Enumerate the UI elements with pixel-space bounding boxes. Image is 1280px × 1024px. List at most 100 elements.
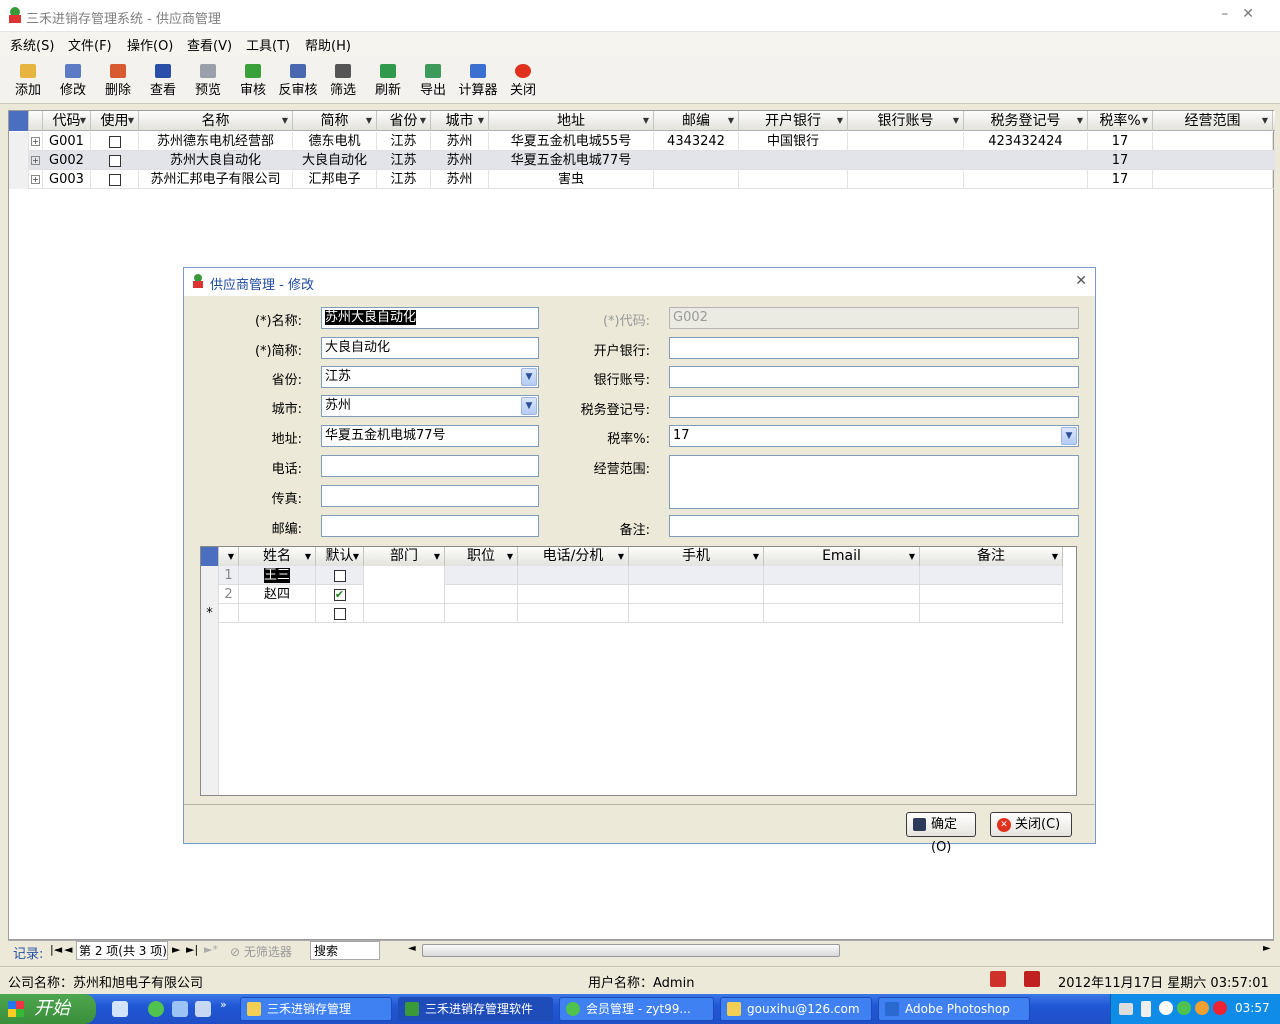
last-record-button[interactable]: ►| [186,943,198,956]
chevron-down-icon[interactable]: ▼ [521,368,537,386]
horizontal-scrollbar-thumb[interactable] [422,944,840,957]
antivirus-icon[interactable] [1213,1001,1227,1015]
browser-tray-icon[interactable] [1177,1001,1191,1015]
calendar-icon[interactable] [990,971,1006,987]
new-contact-row[interactable]: * [201,604,1063,623]
new-record-button[interactable]: ►* [204,943,218,956]
search-input[interactable]: 搜索 [310,941,380,960]
contact-name-cell[interactable] [239,604,316,623]
cell-tax-no[interactable] [964,151,1088,170]
default-checkbox[interactable] [333,569,346,582]
chevron-down-icon[interactable]: ▼ [521,397,537,415]
cell-city[interactable]: 苏州 [431,170,489,189]
quicklaunch-icon-2[interactable] [172,1001,188,1017]
col-email[interactable]: Email ▼ [764,547,920,566]
cell-zip[interactable]: 4343242 [654,132,739,151]
view-button[interactable]: 查看 [145,60,181,100]
row-selector[interactable] [9,132,29,151]
tax-field[interactable] [669,396,1079,418]
menu-help[interactable]: 帮助(H) [305,35,351,54]
col-mobile[interactable]: 手机 ▼ [629,547,764,566]
select-all-cell[interactable] [9,111,29,131]
edit-button[interactable]: 修改 [55,60,91,100]
expand-row-button[interactable]: + [29,132,43,151]
approve-button[interactable]: 审核 [235,60,271,100]
delete-button[interactable]: 删除 [100,60,136,100]
use-checkbox[interactable] [108,154,121,167]
contact-name-cell[interactable]: 赵四 [239,585,316,604]
col-province[interactable]: 省份 ▼ [377,111,431,131]
col-use[interactable]: 使用 ▼ [91,111,139,131]
col-note[interactable]: 备注 ▼ [920,547,1063,566]
cell-short[interactable]: 大良自动化 [293,151,377,170]
cell-account[interactable] [848,132,964,151]
note-cell[interactable] [920,585,1063,604]
mobile-cell[interactable] [629,604,764,623]
select-all-cell[interactable] [201,547,219,566]
cell-use[interactable] [91,170,139,189]
bank-field[interactable] [669,337,1079,359]
taskbar-item[interactable]: gouxihu@126.com [720,997,872,1021]
cell-rate[interactable]: 17 [1088,151,1153,170]
col-short[interactable]: 简称 ▼ [293,111,377,131]
scroll-left-icon[interactable]: ◄ [408,943,416,954]
col-name[interactable]: 名称 ▼ [139,111,293,131]
cell-scope[interactable] [1153,151,1273,170]
account-field[interactable] [669,366,1079,388]
start-button[interactable]: 开始 [0,994,96,1024]
phone-field[interactable] [321,455,539,477]
menu-system[interactable]: 系统(S) [10,35,54,54]
dialog-close-button[interactable]: ✕ 关闭(C) [990,812,1072,837]
refresh-button[interactable]: 刷新 [370,60,406,100]
cell-account[interactable] [848,170,964,189]
col-scope[interactable]: 经营范围 ▼ [1153,111,1273,131]
note-field[interactable] [669,515,1079,537]
city-select[interactable]: 苏州 ▼ [321,395,539,417]
unapprove-button[interactable]: 反审核 [276,60,320,100]
quicklaunch-more-icon[interactable]: » [220,998,227,1011]
menu-file[interactable]: 文件(F) [68,35,112,54]
table-row[interactable]: + G002 苏州大良自动化 大良自动化 江苏 苏州 华夏五金机电城77号 17 [9,151,1275,170]
cell-tax-no[interactable] [964,170,1088,189]
position-cell[interactable] [445,604,518,623]
email-cell[interactable] [764,585,920,604]
default-checkbox-checked[interactable]: ✔ [333,588,346,601]
expand-row-button[interactable]: + [29,151,43,170]
cell-name[interactable]: 苏州大良自动化 [139,151,293,170]
menu-tools[interactable]: 工具(T) [246,35,290,54]
col-tax-no[interactable]: 税务登记号 ▼ [964,111,1088,131]
col-account[interactable]: 银行账号 ▼ [848,111,964,131]
cell-province[interactable]: 江苏 [377,170,431,189]
dialog-close-icon[interactable]: ✕ [1075,273,1087,289]
short-name-field[interactable]: 大良自动化 [321,337,539,359]
cell-address[interactable]: 华夏五金机电城77号 [489,151,654,170]
taskbar-item[interactable]: Adobe Photoshop [878,997,1030,1021]
messenger-icon[interactable] [1195,1001,1209,1015]
phone-cell[interactable] [518,566,629,585]
contact-row[interactable]: 1 王三 [201,566,1063,585]
department-cell[interactable] [364,604,445,623]
cell-short[interactable]: 德东电机 [293,132,377,151]
default-cell[interactable] [316,604,364,623]
col-department[interactable]: 部门 ▼ [364,547,445,566]
col-bank[interactable]: 开户银行 ▼ [739,111,848,131]
cell-address[interactable]: 华夏五金机电城55号 [489,132,654,151]
cell-rate[interactable]: 17 [1088,170,1153,189]
next-record-button[interactable]: ► [172,943,180,956]
window-controls[interactable]: –✕ [1221,6,1268,22]
phone-cell[interactable] [518,604,629,623]
cell-province[interactable]: 江苏 [377,132,431,151]
table-row[interactable]: + G003 苏州汇邦电子有限公司 汇邦电子 江苏 苏州 害虫 17 [9,170,1275,189]
scroll-right-icon[interactable]: ► [1263,943,1271,954]
row-selector[interactable] [201,566,219,585]
default-checkbox[interactable] [333,607,346,620]
menu-operation[interactable]: 操作(O) [127,35,173,54]
cell-use[interactable] [91,132,139,151]
row-selector[interactable] [9,151,29,170]
address-field[interactable]: 华夏五金机电城77号 [321,425,539,447]
browser-icon[interactable] [148,1001,164,1017]
use-checkbox[interactable] [108,135,121,148]
network-icon[interactable] [1141,1001,1151,1017]
position-cell[interactable] [445,585,518,604]
add-button[interactable]: 添加 [10,60,46,100]
